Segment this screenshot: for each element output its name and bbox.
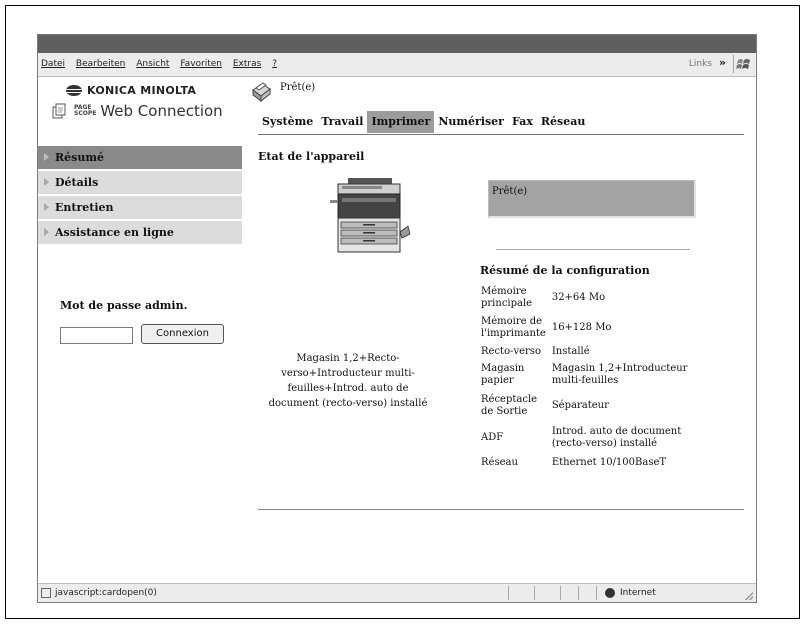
- table-row: Recto-verso Installé: [478, 343, 715, 360]
- section-title: Etat de l'appareil: [258, 150, 365, 163]
- menu-bar: Datei Bearbeiten Ansicht Favoriten Extra…: [38, 53, 756, 77]
- config-key: Mémoire de l'imprimante: [481, 316, 546, 339]
- links-toolbar-label[interactable]: Links: [689, 59, 712, 69]
- menu-bearbeiten[interactable]: Bearbeiten: [76, 59, 125, 69]
- table-row: Réceptacle de Sortie Séparateur: [478, 390, 715, 422]
- table-row: Réseau Ethernet 10/100BaseT: [478, 454, 715, 472]
- status-cell-divider: [534, 586, 535, 600]
- printer-status-icon: [252, 82, 271, 103]
- sidebar-item-label: Détails: [55, 176, 99, 189]
- copier-device-image: [330, 178, 411, 253]
- sidebar-item-label: Résumé: [55, 151, 104, 164]
- status-box: Prêt(e): [488, 180, 696, 218]
- page-icon: [41, 588, 51, 598]
- links-chevron-icon[interactable]: »: [719, 56, 726, 69]
- page-content: KONICA MINOLTA PAGE SCOPE Web Connection: [38, 77, 756, 585]
- tab-numeriser[interactable]: Numériser: [434, 111, 508, 133]
- config-value: Ethernet 10/100BaseT: [551, 457, 667, 468]
- menu-extras[interactable]: Extras: [233, 59, 261, 69]
- config-table: Mémoire principale 32+64 Mo Mémoire de l…: [478, 283, 715, 472]
- table-row: Magasin papier Magasin 1,2+Introducteur …: [478, 360, 715, 390]
- pagescope-line2: SCOPE: [74, 110, 97, 117]
- config-value: Introd. auto de document (recto-verso) i…: [551, 426, 682, 449]
- tab-reseau[interactable]: Réseau: [537, 111, 589, 133]
- status-bar: javascript:cardopen(0) Internet: [38, 583, 756, 602]
- tab-fax[interactable]: Fax: [508, 111, 537, 133]
- menu-datei[interactable]: Datei: [41, 59, 65, 69]
- admin-password-input[interactable]: [60, 327, 133, 344]
- config-key: Réseau: [481, 457, 518, 468]
- device-status-text: Prêt(e): [280, 82, 316, 93]
- admin-password-label: Mot de passe admin.: [60, 299, 188, 312]
- pagescope-logo-icon: [52, 103, 66, 119]
- sidebar-item-label: Assistance en ligne: [55, 226, 174, 239]
- tab-travail[interactable]: Travail: [317, 111, 367, 133]
- company-name: KONICA MINOLTA: [87, 84, 197, 97]
- sidebar-item-label: Entretien: [55, 201, 114, 214]
- config-key: Recto-verso: [481, 345, 541, 357]
- sidebar-item-assistance[interactable]: Assistance en ligne: [38, 221, 242, 244]
- device-status-header: Prêt(e): [250, 81, 315, 103]
- konica-minolta-logo-icon: [66, 85, 82, 96]
- table-row: Mémoire principale 32+64 Mo: [478, 283, 715, 313]
- sidebar-item-entretien[interactable]: Entretien: [38, 196, 242, 219]
- resize-grip-icon[interactable]: [745, 592, 753, 600]
- brand-header: KONICA MINOLTA PAGE SCOPE Web Connection: [52, 84, 223, 120]
- browser-window: Datei Bearbeiten Ansicht Favoriten Extra…: [37, 34, 757, 603]
- triangle-right-icon: [44, 228, 49, 236]
- config-value: Séparateur: [551, 400, 609, 411]
- config-summary-title: Résumé de la configuration: [480, 264, 650, 277]
- menu-separator: [733, 55, 734, 73]
- triangle-right-icon: [44, 203, 49, 211]
- config-value: Magasin 1,2+Introducteur multi-feuilles: [551, 363, 688, 386]
- title-bar: [38, 35, 756, 53]
- login-button[interactable]: Connexion: [141, 324, 224, 344]
- triangle-right-icon: [44, 153, 49, 161]
- config-value: 16+128 Mo: [551, 322, 612, 333]
- status-divider: [496, 249, 690, 250]
- triangle-right-icon: [44, 178, 49, 186]
- globe-icon: [605, 588, 615, 598]
- sidebar-item-resume[interactable]: Résumé: [38, 146, 242, 169]
- config-value: Installé: [551, 345, 590, 357]
- sidebar-nav: Résumé Détails Entretien Assistance en l…: [38, 146, 242, 246]
- status-url: javascript:cardopen(0): [55, 588, 157, 598]
- menu-ansicht[interactable]: Ansicht: [136, 59, 169, 69]
- config-key: ADF: [481, 432, 504, 443]
- status-cell-divider: [508, 586, 509, 600]
- product-name: Web Connection: [100, 102, 223, 120]
- status-cell-divider: [560, 586, 561, 600]
- config-key: Réceptacle de Sortie: [481, 394, 538, 417]
- sidebar-item-details[interactable]: Détails: [38, 171, 242, 194]
- device-description: Magasin 1,2+Recto-verso+Introducteur mul…: [268, 353, 428, 409]
- table-row: Mémoire de l'imprimante 16+128 Mo: [478, 313, 715, 343]
- status-cell-divider: [596, 586, 597, 600]
- tabs-divider: [258, 134, 744, 135]
- config-key: Mémoire principale: [481, 286, 533, 309]
- status-box-text: Prêt(e): [492, 186, 528, 197]
- content-bottom-divider: [258, 509, 744, 510]
- main-tabs: Système Travail Imprimer Numériser Fax R…: [258, 111, 589, 133]
- windows-logo-icon: [736, 59, 750, 69]
- tab-systeme[interactable]: Système: [258, 111, 317, 133]
- table-row: ADF Introd. auto de document (recto-vers…: [478, 422, 715, 454]
- menu-favoriten[interactable]: Favoriten: [180, 59, 222, 69]
- security-zone: Internet: [620, 588, 656, 598]
- config-key: Magasin papier: [481, 363, 525, 386]
- config-value: 32+64 Mo: [551, 292, 606, 303]
- tab-imprimer[interactable]: Imprimer: [367, 111, 435, 133]
- menu-help[interactable]: ?: [272, 59, 277, 69]
- status-cell-divider: [578, 586, 579, 600]
